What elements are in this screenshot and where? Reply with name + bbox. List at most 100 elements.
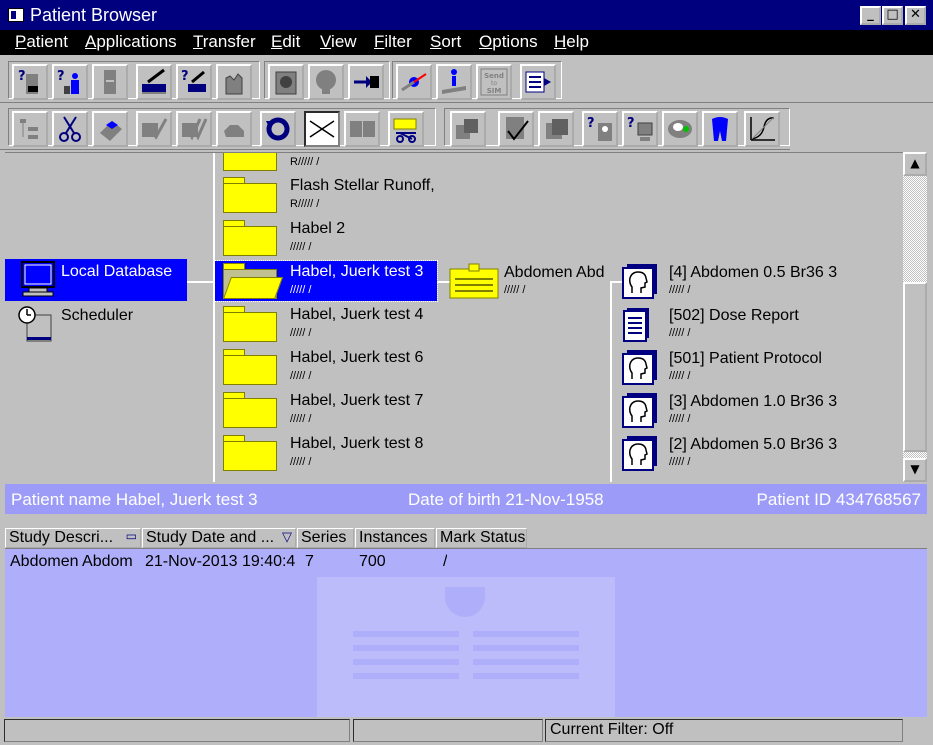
folder-icon [223,349,277,385]
column-button[interactable] [92,64,128,100]
date-of-birth: Date of birth 21-Nov-1958 [408,490,604,509]
tree-item-series[interactable]: [3] Abdomen 1.0 Br36 3 ///// / [617,390,903,430]
menu-view[interactable]: View [320,32,357,52]
stack-button[interactable] [450,111,486,147]
tree-item-sub: R///// / [290,198,320,210]
menu-filter[interactable]: Filter [374,32,412,52]
menu-options[interactable]: Options [479,32,538,52]
cell-mark-status: / [443,553,448,570]
tree-item-series[interactable]: [501] Patient Protocol ///// / [617,347,903,387]
tree-item-label: Abdomen Abd [504,264,605,281]
tree-item-patient[interactable]: R///// / [215,153,437,173]
tree-item-patient[interactable]: Habel, Juerk test 3 ///// / [214,260,438,302]
cell-study-description: Abdomen Abdom [10,553,133,570]
erase-button[interactable] [92,111,128,147]
app-icon[interactable] [8,8,24,22]
patient-scan-button[interactable] [268,64,304,100]
curve-chart-button[interactable] [744,111,780,147]
help-tower-icon: ? [587,116,612,141]
tree-item-study[interactable]: Abdomen Abd ///// / [445,261,610,301]
scroll-thumb[interactable] [903,282,927,452]
column-header-mark-status[interactable]: Mark Status [436,528,527,548]
film-button[interactable] [344,111,380,147]
tree-item-patient[interactable]: Habel, Juerk test 8 ///// / [215,433,437,473]
documents-button[interactable] [538,111,574,147]
tooth-button[interactable] [702,111,738,147]
network-folder-button[interactable] [388,111,424,147]
patient-tree[interactable]: Local Database Scheduler R///// / Flash S… [5,152,903,482]
refresh-button[interactable] [260,111,296,147]
table-header: Study Descri... ▭ Study Date and ... ▽ S… [5,527,927,549]
hand-button[interactable] [216,111,252,147]
tree-item-local-database[interactable]: Local Database [5,259,187,301]
tree-item-label: [2] Abdomen 5.0 Br36 3 [669,436,838,453]
tree-item-patient[interactable]: Habel, Juerk test 7 ///// / [215,390,437,430]
documents-icon [546,119,568,139]
check-button[interactable] [136,111,172,147]
tree-item-label: Flash Stellar Runoff, [290,177,435,194]
close-cross-button[interactable] [304,111,340,147]
tree-item-scheduler[interactable]: Scheduler [5,303,187,345]
hand-lock-button[interactable] [216,64,252,100]
disk-button[interactable] [662,111,698,147]
tree-item-series[interactable]: [4] Abdomen 0.5 Br36 3 ///// / [617,261,903,301]
status-bar: Current Filter: Off [0,717,933,745]
column-header-study-description[interactable]: Study Descri... ▭ [5,528,141,548]
hand-icon [224,125,244,137]
edit-register-icon [142,68,166,94]
import-button[interactable] [348,64,384,100]
tree-item-sub: ///// / [290,413,312,425]
column-header-study-date[interactable]: Study Date and ... ▽ [142,528,296,548]
check-document-icon [506,117,529,141]
help-monitor-button[interactable]: ? [622,111,658,147]
menu-patient[interactable]: Patient [15,32,68,52]
edit-register-button[interactable] [136,64,172,100]
tree-item-label: Habel, Juerk test 8 [290,435,424,452]
tree-item-series[interactable]: [502] Dose Report ///// / [617,304,903,344]
patient-info-bar: Patient name Habel, Juerk test 3 Date of… [5,484,927,514]
tree-view-button[interactable] [12,111,48,147]
person-table-button[interactable] [436,64,472,100]
tree-item-label: Scheduler [61,307,134,324]
laser-button[interactable] [396,64,432,100]
help-person-icon: ? [57,69,79,94]
tree-item-sub: ///// / [290,456,312,468]
close-button[interactable]: ✕ [905,6,926,25]
column-header-instances[interactable]: Instances [355,528,435,548]
check-document-button[interactable] [498,111,534,147]
help-tower-button[interactable]: ? [582,111,618,147]
laser-icon [401,73,427,92]
head-button[interactable] [308,64,344,100]
sort-desc-icon: ▽ [282,529,292,544]
menu-edit[interactable]: Edit [271,32,300,52]
tree-item-label: [502] Dose Report [669,307,799,324]
tree-item-patient[interactable]: Habel, Juerk test 6 ///// / [215,347,437,387]
title-bar[interactable]: Patient Browser _ □ ✕ [0,0,933,30]
menu-bar: Patient Applications Transfer Edit View … [0,30,933,55]
help-person-button[interactable]: ? [52,64,88,100]
menu-applications[interactable]: Applications [85,32,177,52]
export-list-button[interactable] [520,64,556,100]
menu-help[interactable]: Help [554,32,589,52]
menu-sort[interactable]: Sort [430,32,461,52]
tree-item-patient[interactable]: Habel 2 ///// / [215,218,437,258]
open-folder-icon [222,263,284,299]
tree-item-patient[interactable]: Habel, Juerk test 4 ///// / [215,304,437,344]
tree-scrollbar[interactable]: ▲ ▼ [903,152,927,482]
menu-transfer[interactable]: Transfer [193,32,256,52]
scroll-down-button[interactable]: ▼ [903,458,927,482]
column-header-series[interactable]: Series [297,528,354,548]
scroll-up-button[interactable]: ▲ [903,152,927,176]
tree-item-label: Local Database [61,263,173,280]
send-to-sim-button[interactable]: Send to SIM [476,64,512,100]
minimize-button[interactable]: _ [860,6,881,25]
maximize-button[interactable]: □ [882,6,903,25]
help-patient-button[interactable]: ? [12,64,48,100]
tree-item-patient[interactable]: Flash Stellar Runoff, R///// / [215,175,437,215]
tree-item-sub: ///// / [669,370,691,382]
double-check-button[interactable] [176,111,212,147]
tree-item-series[interactable]: [2] Abdomen 5.0 Br36 3 ///// / [617,433,903,473]
cut-button[interactable] [52,111,88,147]
help-edit-button[interactable]: ? [176,64,212,100]
folder-icon [223,153,277,171]
